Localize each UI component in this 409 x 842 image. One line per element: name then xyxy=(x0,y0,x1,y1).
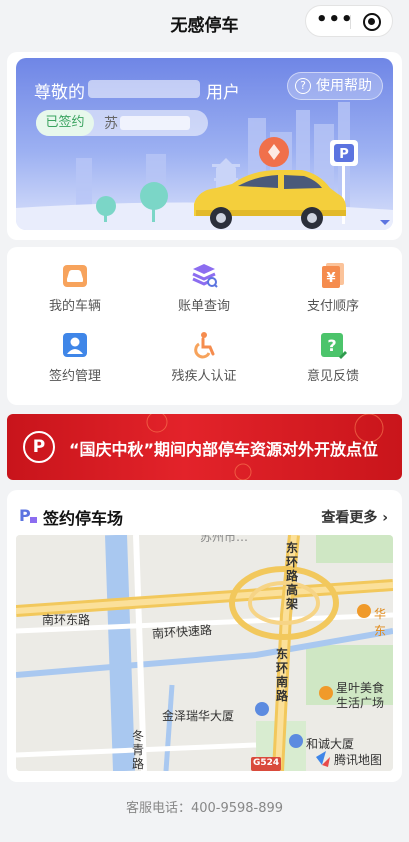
menu-label: 我的车辆 xyxy=(48,299,101,314)
menu-feedback[interactable]: ? 意见反馈 xyxy=(273,331,393,384)
menu-contract-management[interactable]: 签约管理 xyxy=(15,331,135,384)
map-provider-logo: 腾讯地图 xyxy=(334,753,383,767)
map-label-jinze: 金泽瑞华大厦 xyxy=(162,709,235,723)
user-suffix: 用户 xyxy=(206,83,240,103)
chevron-right-icon: › xyxy=(382,510,388,526)
car-icon xyxy=(63,265,87,287)
g524-shield: G524 xyxy=(253,758,280,768)
svg-text:?: ? xyxy=(327,336,336,355)
wheelchair-icon xyxy=(194,332,215,359)
user-banner-card: P 尊敬的 用户 ? 使用帮助 已签约 苏 xyxy=(7,52,402,240)
greeting-text: 尊敬的 xyxy=(34,83,85,103)
mini-program-capsule: ••• xyxy=(305,5,393,37)
capsule-divider xyxy=(350,15,351,29)
svg-text:¥: ¥ xyxy=(326,271,335,286)
feedback-icon: ? xyxy=(321,333,347,359)
customer-service-hotline[interactable]: 客服电话：400-9598-899 xyxy=(0,797,409,816)
parking-promo-icon: P xyxy=(23,431,55,463)
menu-bill-query[interactable]: 账单查询 xyxy=(144,261,264,314)
menu-disability-cert[interactable]: 残疾人认证 xyxy=(144,331,264,384)
promo-banner[interactable]: P “国庆中秋”期间内部停车资源对外开放点位 xyxy=(7,414,402,480)
svg-text:P: P xyxy=(339,147,349,162)
view-more-link[interactable]: 查看更多 › xyxy=(321,507,388,527)
map-label-nanhuan-east: 南环东路 xyxy=(42,613,91,627)
nav-bar: 无感停车 ••• xyxy=(0,0,409,46)
user-banner: P 尊敬的 用户 ? 使用帮助 已签约 苏 xyxy=(16,58,393,230)
function-menu: 我的车辆 账单查询 ¥ 支付顺序 签约管理 残疾人认证 ? 意见反馈 xyxy=(7,247,402,405)
contract-icon xyxy=(63,333,87,357)
close-miniprogram-icon[interactable] xyxy=(363,13,381,31)
contract-status-pill: 已签约 苏 xyxy=(36,110,208,136)
promo-text: “国庆中秋”期间内部停车资源对外开放点位 xyxy=(69,440,379,459)
payment-order-icon: ¥ xyxy=(322,263,344,288)
contract-parking-card: P 签约停车场 查看更多 › 南环快速路 南环东路 东环路高架 东环南路 冬青路… xyxy=(7,490,402,782)
section-title: 签约停车场 xyxy=(43,509,124,528)
menu-my-vehicles[interactable]: 我的车辆 xyxy=(15,261,135,314)
map-label-donghuan-elevated: 东环路高架 xyxy=(286,541,299,611)
map-label-huadong: 华东 xyxy=(374,607,387,638)
menu-label: 残疾人认证 xyxy=(171,369,237,384)
map-label-xingye: 星叶美食生活广场 xyxy=(336,681,385,710)
more-icon[interactable]: ••• xyxy=(316,9,353,30)
map-label-dongqing: 冬青路 xyxy=(132,729,145,771)
signed-badge: 已签约 xyxy=(36,110,94,136)
view-more-label: 查看更多 xyxy=(321,510,378,526)
map-label-top-partial: 苏州市… xyxy=(200,535,249,544)
masked-plate xyxy=(120,116,190,130)
help-button[interactable]: ? 使用帮助 xyxy=(287,72,383,100)
help-label: 使用帮助 xyxy=(316,78,372,94)
menu-label: 支付顺序 xyxy=(306,299,359,314)
masked-username xyxy=(88,80,200,98)
parking-map[interactable]: 南环快速路 南环东路 东环路高架 东环南路 冬青路 金泽瑞华大厦 和诚大厦 星叶… xyxy=(16,535,393,771)
plate-prefix: 苏 xyxy=(104,116,118,132)
map-label-donghuan-south: 东环南路 xyxy=(276,647,289,703)
menu-label: 账单查询 xyxy=(177,299,230,314)
menu-label: 签约管理 xyxy=(48,369,101,384)
bill-search-icon xyxy=(192,264,218,288)
menu-payment-order[interactable]: ¥ 支付顺序 xyxy=(273,261,393,314)
map-label-hecheng: 和诚大厦 xyxy=(306,737,355,751)
svg-text:P: P xyxy=(19,506,31,525)
menu-label: 意见反馈 xyxy=(306,369,359,384)
parking-lot-icon: P xyxy=(19,506,37,525)
question-icon: ? xyxy=(295,78,311,94)
